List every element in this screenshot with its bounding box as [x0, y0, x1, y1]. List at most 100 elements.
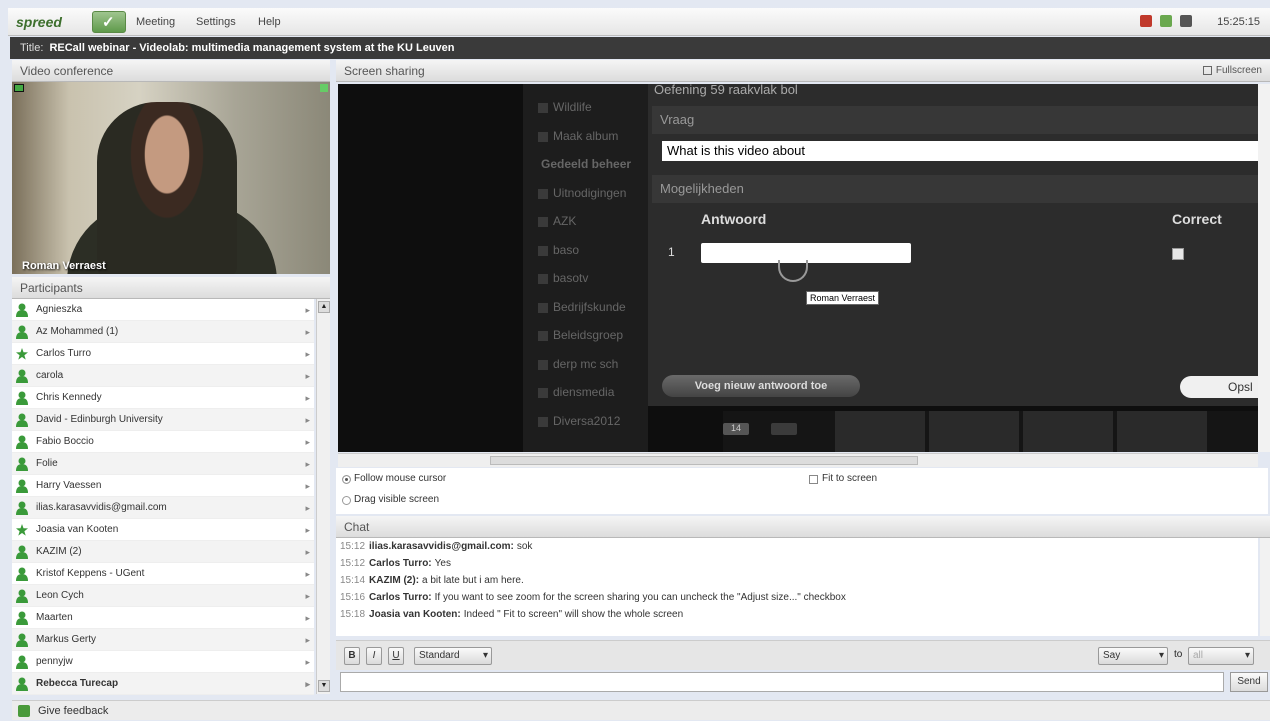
- expand-icon[interactable]: [320, 84, 328, 92]
- status-check-button[interactable]: ✓: [92, 11, 126, 33]
- user-icon: [16, 413, 28, 427]
- expand-arrow-icon[interactable]: ▸: [305, 673, 310, 695]
- fullscreen-checkbox[interactable]: [1202, 65, 1212, 75]
- scroll-up-icon[interactable]: ▲: [318, 301, 330, 313]
- send-button[interactable]: Send: [1230, 672, 1268, 692]
- expand-arrow-icon[interactable]: ▸: [305, 475, 310, 497]
- question-field[interactable]: What is this video about: [662, 141, 1258, 161]
- expand-arrow-icon[interactable]: ▸: [305, 563, 310, 585]
- fullscreen-toggle[interactable]: Fullscreen: [1202, 60, 1262, 82]
- shared-menu-item[interactable]: baso: [553, 243, 579, 257]
- chat-scrollbar[interactable]: [1260, 538, 1270, 636]
- shared-menu-item[interactable]: Maak album: [553, 129, 618, 143]
- expand-arrow-icon[interactable]: ▸: [305, 607, 310, 629]
- fit-to-screen-checkbox[interactable]: [809, 475, 818, 484]
- save-button[interactable]: Opsl: [1180, 376, 1258, 398]
- chat-message: 15:16 Carlos Turro: If you want to see zoo…: [336, 589, 1258, 606]
- follow-cursor-radio[interactable]: [342, 475, 351, 484]
- menu-meeting[interactable]: Meeting: [136, 16, 175, 28]
- shared-menu-item[interactable]: derp mc sch: [553, 357, 618, 371]
- italic-button[interactable]: I: [366, 647, 382, 665]
- participant-row[interactable]: Harry Vaessen ▸: [12, 475, 314, 497]
- thumbnail[interactable]: [1117, 411, 1207, 452]
- expand-arrow-icon[interactable]: ▸: [305, 365, 310, 387]
- participant-row[interactable]: Markus Gerty ▸: [12, 629, 314, 651]
- shared-menu-item[interactable]: Bedrijfskunde: [553, 300, 626, 314]
- shared-menu-item[interactable]: basotv: [553, 271, 588, 285]
- chat-input[interactable]: [340, 672, 1224, 692]
- network-icon[interactable]: [1160, 15, 1172, 27]
- expand-arrow-icon[interactable]: ▸: [305, 321, 310, 343]
- participant-row[interactable]: Joasia van Kooten ▸: [12, 519, 314, 541]
- participant-row[interactable]: David - Edinburgh University ▸: [12, 409, 314, 431]
- participant-row[interactable]: Folie ▸: [12, 453, 314, 475]
- expand-arrow-icon[interactable]: ▸: [305, 585, 310, 607]
- participant-row[interactable]: Maarten ▸: [12, 607, 314, 629]
- participant-name: carola: [36, 370, 64, 381]
- expand-arrow-icon[interactable]: ▸: [305, 431, 310, 453]
- participant-row[interactable]: Az Mohammed (1) ▸: [12, 321, 314, 343]
- scroll-thumb[interactable]: [490, 456, 918, 465]
- user-icon: [16, 303, 28, 317]
- shared-menu-item[interactable]: Diversa2012: [553, 414, 620, 428]
- expand-arrow-icon[interactable]: ▸: [305, 541, 310, 563]
- share-horizontal-scrollbar[interactable]: [338, 453, 1258, 467]
- record-icon[interactable]: [1140, 15, 1152, 27]
- thumbnail[interactable]: [1023, 411, 1113, 452]
- screen-icon[interactable]: [1180, 15, 1192, 27]
- participant-row[interactable]: Kristof Keppens - UGent ▸: [12, 563, 314, 585]
- chat-time: 15:16: [340, 592, 366, 603]
- share-vertical-scrollbar[interactable]: [1258, 84, 1270, 452]
- participant-row[interactable]: Fabio Boccio ▸: [12, 431, 314, 453]
- participant-row[interactable]: Rebecca Turecap ▸: [12, 673, 314, 695]
- add-answer-button[interactable]: Voeg nieuw antwoord toe: [662, 375, 860, 397]
- participant-row[interactable]: Agnieszka ▸: [12, 299, 314, 321]
- user-icon: [16, 435, 28, 449]
- recipient-select[interactable]: all ▾: [1188, 647, 1254, 665]
- participant-row[interactable]: Leon Cych ▸: [12, 585, 314, 607]
- participant-row[interactable]: ilias.karasavvidis@gmail.com ▸: [12, 497, 314, 519]
- say-select[interactable]: Say ▾: [1098, 647, 1168, 665]
- chat-message: 15:14 KAZIM (2): a bit late but i am here.: [336, 572, 1258, 589]
- expand-arrow-icon[interactable]: ▸: [305, 343, 310, 365]
- menu-help[interactable]: Help: [258, 16, 281, 28]
- participant-name: Markus Gerty: [36, 634, 97, 645]
- participant-row[interactable]: carola ▸: [12, 365, 314, 387]
- underline-button[interactable]: U: [388, 647, 404, 665]
- shared-menu-item[interactable]: Uitnodigingen: [553, 186, 626, 200]
- feedback-bar[interactable]: Give feedback: [12, 700, 1270, 720]
- menu-settings[interactable]: Settings: [196, 16, 236, 28]
- participant-row[interactable]: KAZIM (2) ▸: [12, 541, 314, 563]
- shared-menu-item[interactable]: diensmedia: [553, 385, 614, 399]
- expand-arrow-icon[interactable]: ▸: [305, 299, 310, 321]
- participants-scrollbar[interactable]: ▲ ▼: [316, 299, 330, 694]
- camera-icon[interactable]: [14, 84, 24, 92]
- thumbnail[interactable]: [835, 411, 925, 452]
- expand-arrow-icon[interactable]: ▸: [305, 519, 310, 541]
- shared-menu-item[interactable]: Wildlife: [553, 100, 592, 114]
- chat-author: ilias.karasavvidis@gmail.com:: [369, 541, 514, 552]
- shared-menu-item[interactable]: Beleidsgroep: [553, 328, 623, 342]
- participant-row[interactable]: Carlos Turro ▸: [12, 343, 314, 365]
- correct-header: Correct: [1172, 211, 1222, 227]
- expand-arrow-icon[interactable]: ▸: [305, 497, 310, 519]
- correct-checkbox[interactable]: [1172, 248, 1184, 260]
- expand-arrow-icon[interactable]: ▸: [305, 453, 310, 475]
- shared-menu-item[interactable]: Gedeeld beheer: [541, 157, 631, 171]
- expand-arrow-icon[interactable]: ▸: [305, 387, 310, 409]
- scroll-down-icon[interactable]: ▼: [318, 680, 330, 692]
- style-select[interactable]: Standard ▾: [414, 647, 492, 665]
- bold-button[interactable]: B: [344, 647, 360, 665]
- expand-arrow-icon[interactable]: ▸: [305, 651, 310, 673]
- participant-row[interactable]: Chris Kennedy ▸: [12, 387, 314, 409]
- user-icon: [16, 655, 28, 669]
- expand-arrow-icon[interactable]: ▸: [305, 409, 310, 431]
- thumbnail[interactable]: [929, 411, 1019, 452]
- participant-row[interactable]: pennyjw ▸: [12, 651, 314, 673]
- chat-time: 15:12: [340, 541, 366, 552]
- expand-arrow-icon[interactable]: ▸: [305, 629, 310, 651]
- participant-name: Folie: [36, 458, 58, 469]
- drag-visible-radio[interactable]: [342, 496, 351, 505]
- shared-menu-item[interactable]: AZK: [553, 214, 576, 228]
- shared-screen[interactable]: Wildlife Maak album Gedeeld beheer Uitnodig…: [338, 84, 1258, 452]
